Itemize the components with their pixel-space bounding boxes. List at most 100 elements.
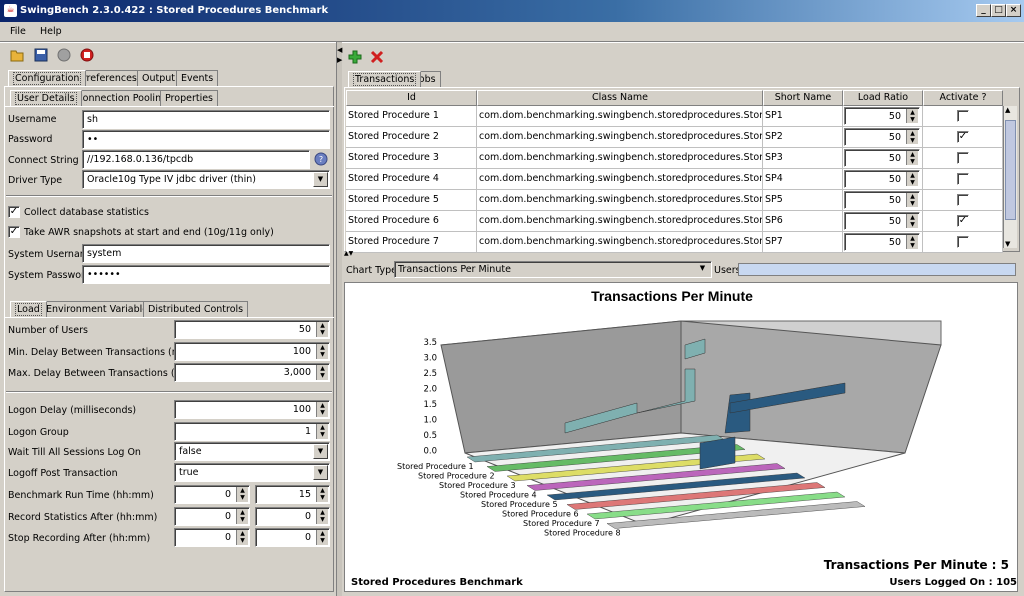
activate-cell[interactable]: [923, 169, 1003, 190]
delete-icon[interactable]: [370, 50, 384, 64]
grid-cell-cls[interactable]: com.dom.benchmarking.swingbench.storedpr…: [477, 148, 763, 169]
grid-cell-id[interactable]: Stored Procedure 4: [346, 169, 477, 190]
column-header-ratio[interactable]: Load Ratio: [843, 90, 923, 106]
password-field[interactable]: ••: [82, 130, 330, 149]
logon-group-spinner[interactable]: 1 ▲ ▼: [174, 422, 330, 441]
record-hours-spinner[interactable]: 0 ▲ ▼: [174, 507, 250, 526]
tab-properties[interactable]: Properties: [160, 90, 219, 106]
grid-cell-id[interactable]: Stored Procedure 6: [346, 211, 477, 232]
activate-cell[interactable]: [923, 148, 1003, 169]
spinner-arrows-icon[interactable]: ▲ ▼: [236, 530, 248, 545]
activate-cell[interactable]: ✓: [923, 211, 1003, 232]
stop-hours-spinner[interactable]: 0 ▲ ▼: [174, 528, 250, 547]
chevron-down-icon[interactable]: ▼: [313, 172, 328, 187]
spinner-arrows-icon[interactable]: ▲ ▼: [906, 235, 918, 249]
min-delay-spinner[interactable]: 100 ▲ ▼: [174, 342, 330, 361]
activate-checkbox[interactable]: [957, 110, 969, 122]
spinner-arrows-icon[interactable]: ▲ ▼: [236, 487, 248, 502]
load-ratio-field[interactable]: 50 ▲ ▼: [844, 233, 920, 251]
spinner-arrows-icon[interactable]: ▲ ▼: [316, 322, 328, 337]
activate-cell[interactable]: [923, 232, 1003, 253]
record-minutes-spinner[interactable]: 0 ▲ ▼: [255, 507, 330, 526]
spinner-arrows-icon[interactable]: ▲ ▼: [236, 509, 248, 524]
users-spinner[interactable]: 50 ▲ ▼: [174, 320, 330, 339]
load-ratio-spinner[interactable]: 50 ▲ ▼: [843, 190, 923, 211]
grid-cell-short[interactable]: SP7: [763, 232, 843, 253]
horizontal-splitter[interactable]: ▲▼: [344, 251, 1020, 257]
tab-events[interactable]: Events: [176, 70, 219, 86]
max-delay-spinner[interactable]: 3,000 ▲ ▼: [174, 363, 330, 382]
spinner-arrows-icon[interactable]: ▲ ▼: [316, 530, 328, 545]
grid-cell-short[interactable]: SP1: [763, 106, 843, 127]
scrollbar-thumb[interactable]: [1005, 120, 1016, 220]
grid-cell-short[interactable]: SP3: [763, 148, 843, 169]
tab-distributed-controls[interactable]: Distributed Controls: [143, 301, 249, 317]
activate-checkbox[interactable]: [957, 173, 969, 185]
logoff-select[interactable]: true ▼: [174, 463, 330, 482]
activate-cell[interactable]: [923, 106, 1003, 127]
grid-cell-cls[interactable]: com.dom.benchmarking.swingbench.storedpr…: [477, 169, 763, 190]
load-ratio-spinner[interactable]: 50 ▲ ▼: [843, 169, 923, 190]
grid-cell-cls[interactable]: com.dom.benchmarking.swingbench.storedpr…: [477, 127, 763, 148]
chevron-down-icon[interactable]: ▼: [313, 465, 328, 480]
load-ratio-field[interactable]: 50 ▲ ▼: [844, 149, 920, 167]
connect-string-field[interactable]: //192.168.0.136/tpcdb: [82, 150, 310, 169]
load-ratio-spinner[interactable]: 50 ▲ ▼: [843, 106, 923, 127]
grid-cell-id[interactable]: Stored Procedure 1: [346, 106, 477, 127]
tab-environment-variables[interactable]: Environment Variables: [41, 301, 159, 317]
awr-checkbox[interactable]: ✓: [8, 226, 20, 238]
column-header-short[interactable]: Short Name: [763, 90, 843, 106]
spinner-arrows-icon[interactable]: ▲ ▼: [316, 365, 328, 380]
start-icon[interactable]: [57, 48, 71, 62]
grid-scrollbar[interactable]: ▲ ▼: [1003, 106, 1017, 248]
activate-cell[interactable]: [923, 190, 1003, 211]
grid-cell-short[interactable]: SP2: [763, 127, 843, 148]
spinner-arrows-icon[interactable]: ▲ ▼: [906, 172, 918, 186]
grid-cell-id[interactable]: Stored Procedure 3: [346, 148, 477, 169]
grid-cell-short[interactable]: SP6: [763, 211, 843, 232]
connection-wizard-icon[interactable]: ?: [314, 152, 328, 166]
grid-cell-id[interactable]: Stored Procedure 7: [346, 232, 477, 253]
minimize-button[interactable]: _: [976, 4, 991, 17]
activate-cell[interactable]: ✓: [923, 127, 1003, 148]
stop-icon[interactable]: [80, 48, 94, 62]
spinner-arrows-icon[interactable]: ▲ ▼: [906, 109, 918, 123]
tab-load[interactable]: Load: [10, 301, 47, 317]
grid-cell-cls[interactable]: com.dom.benchmarking.swingbench.storedpr…: [477, 106, 763, 127]
spinner-arrows-icon[interactable]: ▲ ▼: [906, 193, 918, 207]
column-header-class[interactable]: Class Name: [477, 90, 763, 106]
activate-checkbox[interactable]: ✓: [957, 131, 969, 143]
spinner-arrows-icon[interactable]: ▲ ▼: [316, 487, 328, 502]
load-ratio-spinner[interactable]: 50 ▲ ▼: [843, 127, 923, 148]
username-field[interactable]: sh: [82, 110, 330, 129]
chevron-down-icon[interactable]: ▼: [695, 263, 710, 276]
runtime-hours-spinner[interactable]: 0 ▲ ▼: [174, 485, 250, 504]
load-ratio-spinner[interactable]: 50 ▲ ▼: [843, 148, 923, 169]
save-icon[interactable]: [34, 48, 48, 62]
wait-sessions-select[interactable]: false ▼: [174, 442, 330, 461]
chart-type-select[interactable]: Transactions Per Minute ▼: [394, 261, 712, 278]
activate-checkbox[interactable]: ✓: [957, 215, 969, 227]
grid-cell-short[interactable]: SP4: [763, 169, 843, 190]
grid-cell-cls[interactable]: com.dom.benchmarking.swingbench.storedpr…: [477, 211, 763, 232]
spinner-arrows-icon[interactable]: ▲ ▼: [906, 130, 918, 144]
column-header-activate[interactable]: Activate ?: [923, 90, 1003, 106]
grid-cell-short[interactable]: SP5: [763, 190, 843, 211]
load-ratio-field[interactable]: 50 ▲ ▼: [844, 170, 920, 188]
load-ratio-field[interactable]: 50 ▲ ▼: [844, 191, 920, 209]
stop-minutes-spinner[interactable]: 0 ▲ ▼: [255, 528, 330, 547]
splitter[interactable]: ◀ ▶: [336, 42, 342, 596]
spinner-arrows-icon[interactable]: ▲ ▼: [906, 214, 918, 228]
grid-cell-id[interactable]: Stored Procedure 5: [346, 190, 477, 211]
folder-icon[interactable]: [10, 48, 24, 62]
grid-cell-cls[interactable]: com.dom.benchmarking.swingbench.storedpr…: [477, 232, 763, 253]
column-header-id[interactable]: Id: [346, 90, 477, 106]
system-username-field[interactable]: system: [82, 244, 330, 263]
tab-configuration[interactable]: Configuration: [8, 70, 87, 86]
grid-cell-cls[interactable]: com.dom.benchmarking.swingbench.storedpr…: [477, 190, 763, 211]
activate-checkbox[interactable]: [957, 152, 969, 164]
activate-checkbox[interactable]: [957, 236, 969, 248]
tab-transactions[interactable]: Transactions: [348, 71, 422, 87]
load-ratio-field[interactable]: 50 ▲ ▼: [844, 212, 920, 230]
chevron-down-icon[interactable]: ▼: [313, 444, 328, 459]
